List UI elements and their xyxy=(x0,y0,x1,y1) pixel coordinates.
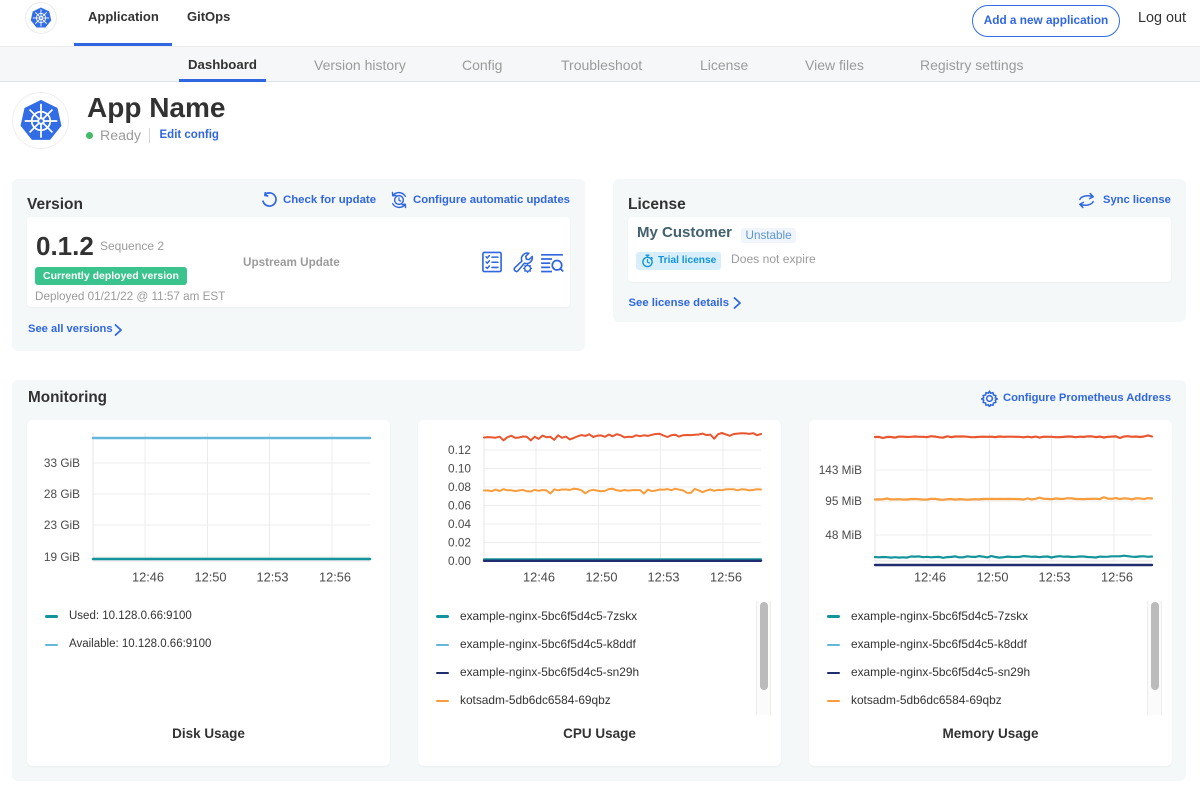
svg-text:12:50: 12:50 xyxy=(976,570,1008,585)
svg-text:12:53: 12:53 xyxy=(256,570,288,585)
svg-text:12:46: 12:46 xyxy=(914,570,946,585)
svg-text:12:53: 12:53 xyxy=(647,570,679,585)
svg-text:95 MiB: 95 MiB xyxy=(825,494,862,508)
svg-text:19 GiB: 19 GiB xyxy=(44,550,80,564)
svg-text:28 GiB: 28 GiB xyxy=(44,487,80,501)
svg-text:0.10: 0.10 xyxy=(448,462,471,476)
svg-text:12:50: 12:50 xyxy=(194,570,226,585)
svg-text:0.00: 0.00 xyxy=(448,554,471,568)
svg-text:12:56: 12:56 xyxy=(1101,570,1133,585)
svg-text:12:50: 12:50 xyxy=(585,570,617,585)
svg-text:12:56: 12:56 xyxy=(319,570,351,585)
svg-text:0.08: 0.08 xyxy=(448,480,471,494)
svg-text:0.04: 0.04 xyxy=(448,517,471,531)
svg-text:0.02: 0.02 xyxy=(448,536,471,550)
svg-text:143 MiB: 143 MiB xyxy=(819,463,862,477)
svg-text:12:56: 12:56 xyxy=(710,570,742,585)
svg-text:12:46: 12:46 xyxy=(132,570,164,585)
svg-text:12:53: 12:53 xyxy=(1038,570,1070,585)
svg-text:0.12: 0.12 xyxy=(448,443,471,457)
svg-text:23 GiB: 23 GiB xyxy=(44,518,80,532)
svg-text:33 GiB: 33 GiB xyxy=(44,456,80,470)
svg-text:12:46: 12:46 xyxy=(523,570,555,585)
svg-text:48 MiB: 48 MiB xyxy=(825,528,862,542)
svg-text:0.06: 0.06 xyxy=(448,499,471,513)
